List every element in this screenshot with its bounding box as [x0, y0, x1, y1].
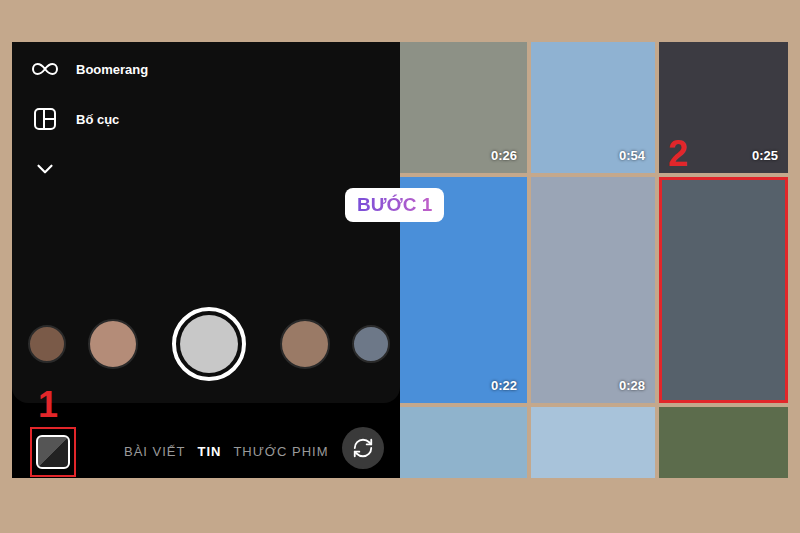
step-marker: 1 — [38, 387, 58, 423]
effect-avatar[interactable] — [280, 319, 330, 369]
effect-avatar[interactable] — [28, 325, 66, 363]
gallery-thumbnail[interactable]: 1 — [30, 427, 76, 477]
step-marker: 2 — [668, 136, 688, 172]
gallery-tile[interactable]: 0:26 — [400, 42, 527, 173]
flip-camera-icon — [352, 437, 374, 459]
flip-camera-button[interactable] — [342, 427, 384, 469]
video-duration: 0:25 — [752, 148, 778, 163]
gallery-tile[interactable]: 2 — [659, 177, 788, 403]
video-duration: 0:28 — [619, 378, 645, 393]
mode-tabs: BÀI VIẾT TIN THƯỚC PHIM — [124, 444, 330, 459]
infinity-icon — [32, 62, 58, 76]
mode-tab[interactable]: BÀI VIẾT — [124, 444, 185, 459]
video-duration: 0:26 — [491, 148, 517, 163]
expand-button[interactable] — [32, 156, 58, 182]
gallery-grid: 0:26 0:54 0:25 0:22 0:28 2 — [400, 42, 788, 478]
gallery-tile[interactable] — [400, 407, 527, 478]
menu-icon-box — [32, 56, 58, 82]
menu-icon-box — [32, 106, 58, 132]
tutorial-frame: Boomerang Bố cục 1 BÀI VIẾT TIN THƯỚC PHIM 0:2… — [0, 0, 800, 533]
video-duration: 0:54 — [619, 148, 645, 163]
capture-row — [28, 307, 400, 381]
step-badge: BƯỚC 1 — [345, 188, 444, 222]
gallery-tile[interactable] — [531, 407, 655, 478]
video-duration: 0:22 — [491, 378, 517, 393]
layout-icon — [33, 107, 57, 131]
mode-tab[interactable]: THƯỚC PHIM — [233, 444, 328, 459]
effect-avatar[interactable] — [352, 325, 390, 363]
gallery-tile[interactable]: 0:28 — [531, 177, 655, 403]
camera-menu-item[interactable]: Boomerang — [32, 56, 400, 82]
effect-avatar[interactable] — [88, 319, 138, 369]
camera-view: Boomerang Bố cục — [12, 42, 400, 403]
gallery-tile[interactable] — [659, 407, 788, 478]
bottom-bar: 1 BÀI VIẾT TIN THƯỚC PHIM — [12, 403, 400, 478]
camera-menu-item[interactable]: Bố cục — [32, 106, 400, 132]
camera-screen: Boomerang Bố cục 1 BÀI VIẾT TIN THƯỚC PHIM — [12, 42, 400, 478]
capture-button[interactable] — [172, 307, 246, 381]
mode-tab[interactable]: TIN — [197, 444, 221, 459]
chevron-down-icon — [32, 156, 58, 182]
gallery-tile[interactable]: 0:54 — [531, 42, 655, 173]
